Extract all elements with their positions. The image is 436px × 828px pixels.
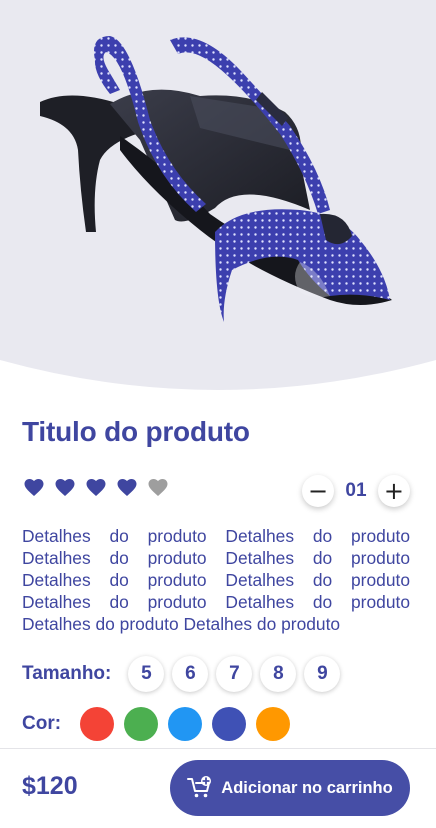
size-option-5[interactable]: 5 [128,656,165,692]
quantity-value: 01 [345,480,367,501]
product-description: Detalhes do produto Detalhes do produto … [22,526,410,634]
add-to-cart-button[interactable]: Adicionar no carrinho [170,760,410,816]
price: $120 [22,772,78,800]
rating [24,478,168,498]
heart-empty-icon[interactable] [148,478,168,498]
size-label: Tamanho: [22,663,112,684]
add-to-cart-icon [187,776,212,798]
size-selector: Tamanho: 56789 [22,656,341,692]
heart-filled-icon[interactable] [24,478,44,498]
size-option-6[interactable]: 6 [172,656,209,692]
increase-quantity-button[interactable]: + [377,475,410,507]
size-option-9[interactable]: 9 [304,656,341,692]
size-options: 56789 [128,656,341,692]
size-option-7[interactable]: 7 [216,656,253,692]
color-options [80,707,291,741]
color-swatch-2[interactable] [124,707,159,741]
high-heel-sandal-image [40,36,392,322]
color-swatch-5[interactable] [256,707,291,741]
product-title: Titulo do produto [22,416,250,447]
color-selector: Cor: [22,706,291,742]
minus-icon: − [307,477,329,505]
size-option-8[interactable]: 8 [260,656,297,692]
quantity-stepper: − 01 + [302,474,410,508]
add-to-cart-label: Adicionar no carrinho [221,778,393,797]
color-swatch-3[interactable] [168,707,203,741]
decrease-quantity-button[interactable]: − [302,475,334,507]
product-image-area [0,0,436,400]
heart-filled-icon[interactable] [86,478,106,498]
plus-icon: + [383,477,405,505]
color-label: Cor: [22,713,62,734]
color-swatch-1[interactable] [80,707,115,741]
footer-divider [0,748,436,749]
heart-filled-icon[interactable] [55,478,75,498]
color-swatch-4[interactable] [212,707,247,741]
heart-filled-icon[interactable] [117,478,137,498]
